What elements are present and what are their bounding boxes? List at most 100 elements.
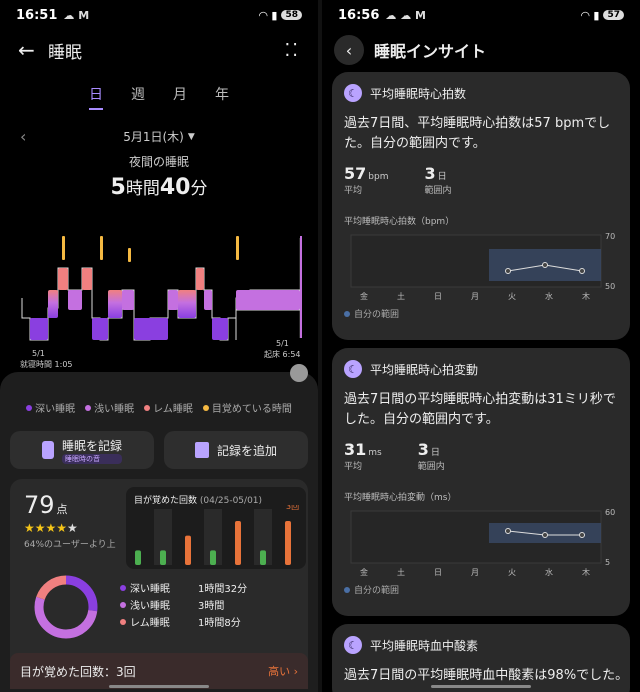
stage-rem-2: [82, 268, 92, 290]
wake-bar: [235, 521, 241, 565]
gesture-bar-right: [431, 685, 531, 688]
tab-year[interactable]: 年: [215, 84, 229, 110]
date-label[interactable]: 5月1日(木): [123, 128, 184, 145]
svg-text:5: 5: [605, 558, 610, 567]
score-percentile: 64%のユーザーより上: [24, 540, 116, 550]
action-buttons: 睡眠を記録 睡眠時の音 記録を追加: [0, 431, 318, 469]
back-arrow-icon[interactable]: ←: [18, 38, 48, 62]
card-title-hrv: 平均睡眠時心拍変動: [370, 362, 479, 377]
stage-light-6: [178, 290, 196, 318]
stage-donut-chart: [34, 575, 98, 639]
day-label: 水: [545, 291, 553, 301]
record-sleep-label: 睡眠を記録: [61, 438, 122, 453]
day-label: 土: [397, 291, 405, 301]
chevron-left-icon[interactable]: ‹: [20, 127, 26, 146]
status-time-right: 16:56: [338, 7, 380, 23]
wifi-icon-right: ◠: [580, 8, 590, 22]
duration-minutes: 40: [159, 175, 191, 200]
status-bar-right: 16:56 ☁ ☁ M ◠ ▮ 57: [322, 0, 640, 30]
duration-hours-unit: 時間: [125, 179, 160, 199]
more-options-icon[interactable]: ⁚⁚: [285, 40, 300, 61]
tab-month[interactable]: 月: [173, 84, 187, 110]
status-right: ◠ ▮ 58: [259, 9, 302, 22]
day-label: 月: [471, 292, 479, 301]
stage-deep-1: [30, 318, 48, 340]
card-title-spo2: 平均睡眠時血中酸素: [370, 638, 479, 653]
heart-rate-card[interactable]: ☾ 平均睡眠時心拍数 過去7日間、平均睡眠時心拍数は57 bpmでした。自分の範囲…: [332, 72, 630, 340]
back-chevron-icon[interactable]: ‹: [334, 35, 364, 65]
awake-mark-1: [62, 236, 65, 260]
add-record-button[interactable]: 記録を追加: [164, 431, 308, 469]
stage-deep-3: [134, 318, 168, 340]
start-date-label: 5/1: [32, 349, 45, 358]
hrv-mini-chart: 60 5 金 土 日 月 火 水 木: [350, 508, 615, 577]
range-legend-hrv: 自分の範囲: [332, 577, 630, 608]
stage-light-8: [236, 290, 300, 310]
gesture-bar: [109, 685, 209, 688]
wake-count-label: 目が覚めた回数：3回: [20, 664, 136, 679]
day-label: 土: [397, 567, 405, 577]
day-label: 日: [434, 568, 442, 577]
sleep-stage-chart: 5/1 就寝時間 1:05 5/1 起床 6:54: [20, 236, 302, 369]
day-label: 月: [471, 568, 479, 577]
tab-week[interactable]: 週: [131, 84, 145, 110]
wake-level-link[interactable]: 高い ›: [268, 663, 298, 679]
battery-icon: 58: [281, 10, 302, 20]
hr-mini-chart: 70 50 金 土 日 月 火 水 木: [350, 232, 615, 301]
stage-light-2: [68, 290, 82, 310]
score-value: 79: [24, 491, 55, 519]
awake-mark-4: [128, 248, 131, 262]
card-desc-hrv: 過去7日間の平均睡眠時心拍変動は31ミリ秒でした。自分の範囲内です。: [344, 392, 616, 427]
signal-icon-right: ▮: [593, 8, 600, 22]
battery-icon-right: 57: [603, 10, 624, 20]
night-sleep-label: 夜間の睡眠: [128, 155, 189, 169]
sleep-score-card[interactable]: 79 点 ★★★★★ 64%のユーザーより上 目が覚めた回数 (04/25-05/…: [10, 479, 308, 689]
wake-count-row[interactable]: 目が覚めた回数：3回 高い ›: [10, 653, 308, 689]
hrv-card[interactable]: ☾ 平均睡眠時心拍変動 過去7日間の平均睡眠時心拍変動は31ミリ秒でした。自分の範…: [332, 348, 630, 616]
date-selector: ‹ 5月1日(木) ▼: [0, 127, 318, 146]
chart-label-hrv: 平均睡眠時心拍変動（ms）: [344, 493, 457, 503]
awake-mark-2: [100, 236, 103, 260]
wake-bar: [260, 550, 266, 565]
legend-rem: レム睡眠: [144, 400, 193, 415]
toggle-handle[interactable]: [290, 364, 308, 382]
chart-end-bar: [300, 236, 302, 338]
card-stats-hrv: 31 ms 平均 3 日範囲内: [344, 440, 445, 472]
svg-text:60: 60: [605, 508, 615, 517]
day-label: 火: [508, 292, 516, 301]
record-sleep-sub: 睡眠時の音: [61, 453, 122, 464]
period-tabs: 日 週 月 年: [0, 84, 318, 110]
wake-bar: [160, 550, 166, 565]
card-desc-hr: 過去7日間、平均睡眠時心拍数は57 bpmでした。自分の範囲内です。: [344, 116, 611, 151]
status-bar: 16:51 ☁ M ◠ ▮ 58: [0, 0, 318, 30]
card-stats-hr: 57 bpm 平均 3 日範囲内: [344, 164, 452, 196]
add-record-label: 記録を追加: [216, 443, 277, 458]
stage-deep-4: [212, 318, 228, 340]
record-sleep-button[interactable]: 睡眠を記録 睡眠時の音: [10, 431, 154, 469]
detail-sheet: 深い睡眠 浅い睡眠 レム睡眠 目覚めている時間 睡眠を記録 睡眠時の音 記録を追加…: [0, 364, 318, 692]
blood-oxygen-card[interactable]: ☾ 平均睡眠時血中酸素 過去7日間の平均睡眠時血中酸素は98%でした。: [332, 624, 630, 692]
status-time: 16:51: [16, 7, 58, 23]
tab-day[interactable]: 日: [89, 84, 103, 110]
bedtime-label: 就寝時間 1:05: [20, 359, 73, 369]
day-label: 日: [434, 292, 442, 301]
insight-header: ‹ 睡眠インサイト: [322, 30, 640, 70]
stage-light-1: [48, 290, 58, 318]
status-icons-right: ☁ ☁ M: [385, 8, 426, 22]
stage-row-rem: レム睡眠 1時間8分: [120, 613, 247, 630]
status-right-group: ◠ ▮ 57: [581, 9, 624, 22]
day-label: 水: [545, 567, 553, 577]
day-label: 木: [582, 291, 590, 301]
legend-awake: 目覚めている時間: [202, 400, 292, 415]
dropdown-triangle-icon[interactable]: ▼: [188, 132, 195, 142]
moon-icon: ☾: [344, 84, 362, 102]
svg-text:70: 70: [605, 232, 615, 241]
awake-mark-3: [236, 236, 239, 260]
day-label: 木: [582, 567, 590, 577]
legend-deep: 深い睡眠: [26, 400, 75, 415]
sleep-duration: 5時間40分: [0, 174, 318, 200]
duration-hours: 5: [110, 175, 126, 200]
svg-text:50: 50: [605, 282, 615, 291]
signal-icon: ▮: [271, 8, 278, 22]
day-label: 金: [360, 291, 368, 301]
